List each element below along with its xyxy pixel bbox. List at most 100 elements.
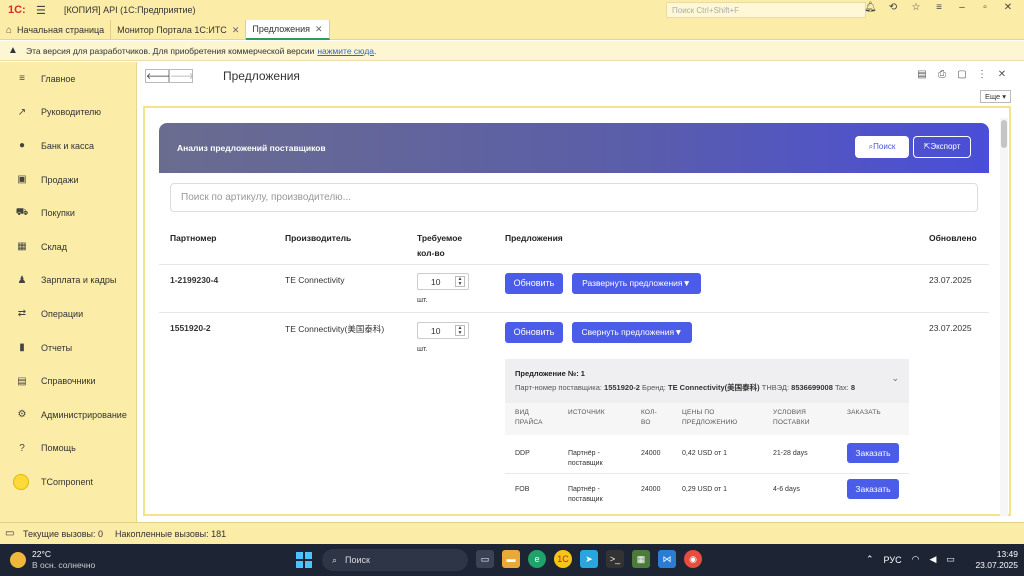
offer-price: 0,29 USD от 1	[682, 486, 728, 493]
more-vertical-icon[interactable]: ⋮	[976, 69, 988, 80]
sidebar-item-help[interactable]: ? Помощь	[0, 432, 136, 466]
taskbar: 22°C В осн. солнечно ⌕ Поиск ▭ ▬ e 1С ➤ …	[0, 544, 1024, 576]
system-tray: ⌃ РУС ◠ ◀ ▭	[866, 554, 955, 565]
star-icon[interactable]: ☆	[910, 2, 922, 13]
task-view-icon[interactable]: ▭	[476, 550, 494, 568]
settings-lines-icon[interactable]: ≡	[933, 2, 945, 13]
sidebar-item-label: Главное	[41, 73, 76, 84]
restore-icon[interactable]: ▫	[979, 2, 991, 13]
title-bar: 1С: ☰ [КОПИЯ] API (1С:Предприятие) Поиск…	[0, 0, 1024, 20]
sidebar-item-reports[interactable]: ▮ Отчеты	[0, 331, 136, 365]
refresh-button[interactable]: Обновить	[505, 322, 563, 343]
weather-widget[interactable]: 22°C В осн. солнечно	[10, 549, 95, 571]
utility-app-icon[interactable]: ▦	[632, 550, 650, 568]
unit-label: шт.	[417, 295, 428, 304]
save-icon[interactable]: ▤	[916, 69, 928, 80]
forward-button[interactable]: 🡒	[169, 69, 194, 83]
expand-offers-button[interactable]: Развернуть предложения▼	[572, 273, 701, 294]
taskbar-apps: ▭ ▬ e 1С ➤ >_ ▦ ⋈ ◉	[476, 550, 702, 568]
trend-icon: ↗	[17, 106, 27, 118]
search-button[interactable]: ⌕Поиск	[855, 136, 909, 158]
chevron-down-icon[interactable]: ⌄	[891, 373, 899, 384]
help-icon: ?	[19, 442, 25, 454]
windows-start-icon[interactable]	[296, 552, 312, 568]
person-icon: ♟	[17, 274, 27, 286]
volume-icon[interactable]: ◀	[929, 554, 936, 565]
meta-label: Бренд:	[642, 383, 666, 392]
order-button[interactable]: Заказать	[847, 443, 899, 463]
banner-link[interactable]: нажмите сюда	[317, 46, 374, 56]
back-button[interactable]: 🡐	[145, 69, 170, 83]
col-order: ЗАКАЗАТЬ	[847, 409, 881, 416]
export-button-label: Экспорт	[930, 142, 961, 151]
panel-title: Анализ предложений поставщиков	[177, 143, 326, 153]
history-icon[interactable]: ⟲	[887, 2, 899, 13]
bell-icon[interactable]: 🔔︎	[864, 2, 877, 13]
tab-offers[interactable]: Предложения ✕	[246, 20, 330, 40]
spin-arrows-icon[interactable]: ▲ ▼	[455, 276, 465, 287]
row-updated: 23.07.2025	[929, 275, 972, 285]
order-button[interactable]: Заказать	[847, 479, 899, 499]
sidebar-item-label: Банк и касса	[41, 140, 94, 151]
scrollbar[interactable]	[1000, 118, 1008, 516]
battery-icon[interactable]: ▭	[946, 554, 955, 565]
close-tab-icon[interactable]: ✕	[315, 24, 323, 35]
language-indicator[interactable]: РУС	[884, 555, 902, 565]
col-label: КОЛ-	[641, 409, 657, 416]
offer-source: Партнёр - поставщик	[568, 449, 603, 469]
quantity-stepper[interactable]: 10 ▲ ▼	[417, 322, 469, 339]
col-price: ЦЕНЫ ПО ПРЕДЛОЖЕНИЮ	[682, 408, 737, 428]
close-form-icon[interactable]: ✕	[996, 69, 1008, 80]
file-explorer-icon[interactable]: ▬	[502, 550, 520, 568]
global-search-input[interactable]: Поиск Ctrl+Shift+F	[666, 2, 866, 18]
quantity-value: 10	[431, 277, 441, 287]
terminal-icon[interactable]: >_	[606, 550, 624, 568]
close-icon[interactable]: ✕	[1002, 2, 1014, 13]
export-button[interactable]: ⇱Экспорт	[913, 136, 971, 158]
sidebar-item-warehouse[interactable]: ▦ Склад	[0, 230, 136, 264]
onec-app-icon[interactable]: 1С	[554, 550, 572, 568]
wifi-icon[interactable]: ◠	[912, 554, 920, 565]
vscode-icon[interactable]: ⋈	[658, 550, 676, 568]
tab-home[interactable]: ⌂ Начальная страница	[0, 20, 112, 40]
col-header-updated: Обновлено	[929, 233, 977, 243]
spin-arrows-icon[interactable]: ▲ ▼	[455, 325, 465, 336]
tab-its-monitor[interactable]: Монитор Портала 1С:ИТС ✕	[111, 20, 247, 40]
preview-icon[interactable]: ▢	[956, 69, 968, 80]
offer-header[interactable]: Предложение №: 1 Парт-номер поставщика: …	[505, 359, 909, 403]
print-icon[interactable]: ⎙	[936, 69, 948, 80]
sidebar-item-operations[interactable]: ⇄ Операции	[0, 297, 136, 331]
col-source: ИСТОЧНИК	[568, 409, 605, 416]
sidebar-item-manager[interactable]: ↗ Руководителю	[0, 96, 136, 130]
divider	[159, 312, 989, 313]
clock[interactable]: 13:49 23.07.2025	[974, 549, 1018, 571]
quantity-stepper[interactable]: 10 ▲ ▼	[417, 273, 469, 290]
sidebar-item-bank[interactable]: ● Банк и касса	[0, 129, 136, 163]
edge-browser-icon[interactable]: e	[528, 550, 546, 568]
sidebar-item-catalogs[interactable]: ▤ Справочники	[0, 364, 136, 398]
meta-value: TE Connectivity(美国泰科)	[667, 383, 760, 392]
close-tab-icon[interactable]: ✕	[232, 25, 240, 36]
collapse-offers-button[interactable]: Свернуть предложения▼	[572, 322, 692, 343]
part-search-input[interactable]: Поиск по артикулу, производителю...	[170, 183, 978, 212]
divider	[159, 264, 989, 265]
minimize-icon[interactable]: –	[956, 2, 968, 13]
taskbar-search[interactable]: ⌕ Поиск	[322, 549, 468, 571]
sidebar-item-sales[interactable]: ▣ Продажи	[0, 163, 136, 197]
sidebar-item-admin[interactable]: ⚙ Администрирование	[0, 398, 136, 432]
sidebar-item-main[interactable]: ≡ Главное	[0, 62, 136, 96]
chrome-icon[interactable]: ◉	[684, 550, 702, 568]
sidebar-item-label: Администрирование	[41, 409, 127, 420]
sidebar-item-salary[interactable]: ♟ Зарплата и кадры	[0, 264, 136, 298]
refresh-button[interactable]: Обновить	[505, 273, 563, 294]
component-icon	[13, 473, 29, 490]
title-bar-icons: 🔔︎ ⟲ ☆ ≡ – ▫ ✕	[864, 2, 1014, 13]
tray-chevron-up-icon[interactable]: ⌃	[866, 554, 874, 565]
more-button[interactable]: Еще ▾	[980, 90, 1011, 103]
scrollbar-thumb[interactable]	[1001, 120, 1007, 148]
sidebar-item-purchases[interactable]: ⛟ Покупки	[0, 196, 136, 230]
telegram-icon[interactable]: ➤	[580, 550, 598, 568]
search-button-label: Поиск	[873, 142, 896, 151]
sidebar-item-tcomponent[interactable]: TComponent	[0, 465, 136, 499]
main-menu-icon[interactable]: ☰	[36, 4, 50, 17]
